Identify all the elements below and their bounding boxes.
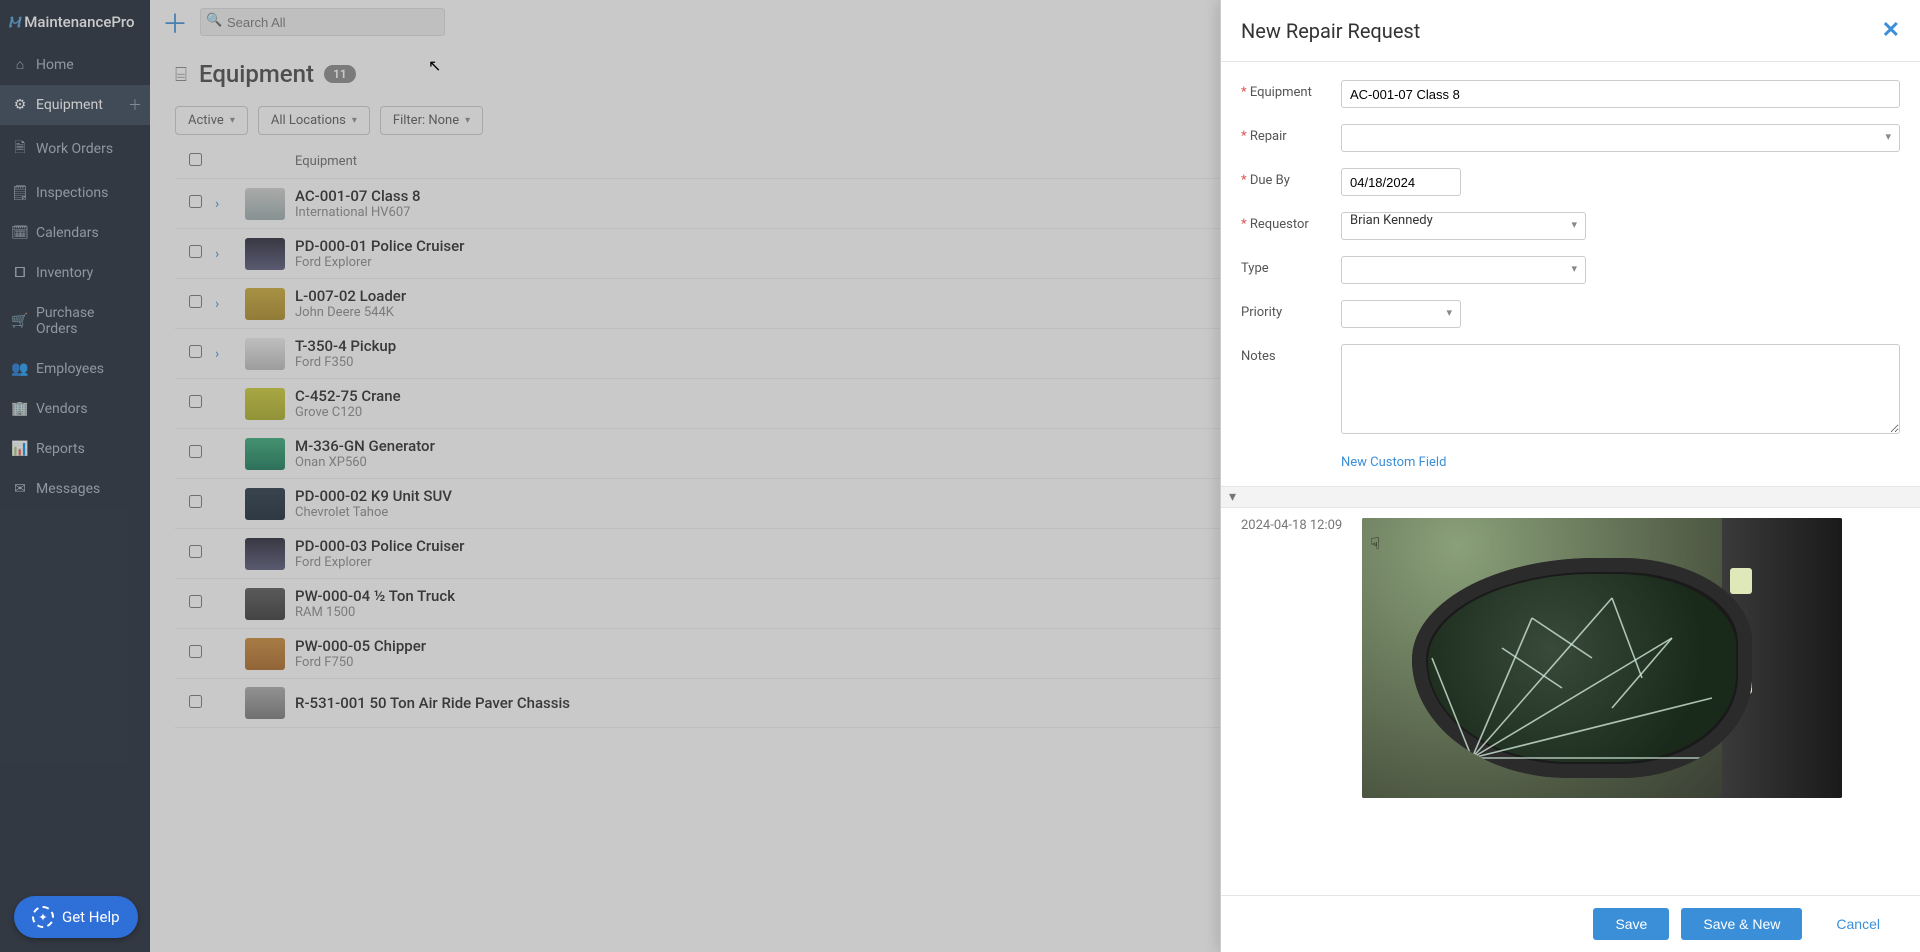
new-custom-field-link[interactable]: New Custom Field — [1341, 455, 1446, 470]
requestor-select[interactable]: Brian Kennedy — [1341, 212, 1586, 240]
label-dueby: Due By — [1241, 168, 1341, 188]
priority-select[interactable] — [1341, 300, 1461, 328]
lifebuoy-icon: ✦ — [32, 906, 54, 928]
save-button[interactable]: Save — [1593, 908, 1669, 940]
caret-down-icon: ▾ — [1229, 489, 1236, 505]
label-notes: Notes — [1241, 344, 1341, 364]
save-and-new-button[interactable]: Save & New — [1681, 908, 1802, 940]
help-label: Get Help — [62, 908, 120, 926]
label-type: Type — [1241, 256, 1341, 276]
cancel-button[interactable]: Cancel — [1814, 908, 1902, 940]
repair-request-drawer: New Repair Request ✕ Equipment Repair Du… — [1220, 0, 1920, 952]
type-select[interactable] — [1341, 256, 1586, 284]
label-repair: Repair — [1241, 124, 1341, 144]
label-equipment: Equipment — [1241, 80, 1341, 100]
dueby-input[interactable] — [1341, 168, 1461, 196]
drawer-title: New Repair Request — [1241, 19, 1420, 43]
label-priority: Priority — [1241, 300, 1341, 320]
get-help-button[interactable]: ✦ Get Help — [14, 896, 138, 938]
section-toggle[interactable]: ▾ — [1221, 486, 1920, 508]
select-value: Brian Kennedy — [1350, 213, 1433, 228]
close-icon: ✕ — [1882, 18, 1900, 43]
attachment-timestamp: 2024-04-18 12:09 — [1241, 518, 1342, 533]
label-requestor: Requestor — [1241, 212, 1341, 232]
repair-select[interactable] — [1341, 124, 1900, 152]
attachment-image[interactable] — [1362, 518, 1842, 798]
close-button[interactable]: ✕ — [1882, 18, 1900, 43]
equipment-input[interactable] — [1341, 80, 1900, 108]
notes-textarea[interactable] — [1341, 344, 1900, 434]
